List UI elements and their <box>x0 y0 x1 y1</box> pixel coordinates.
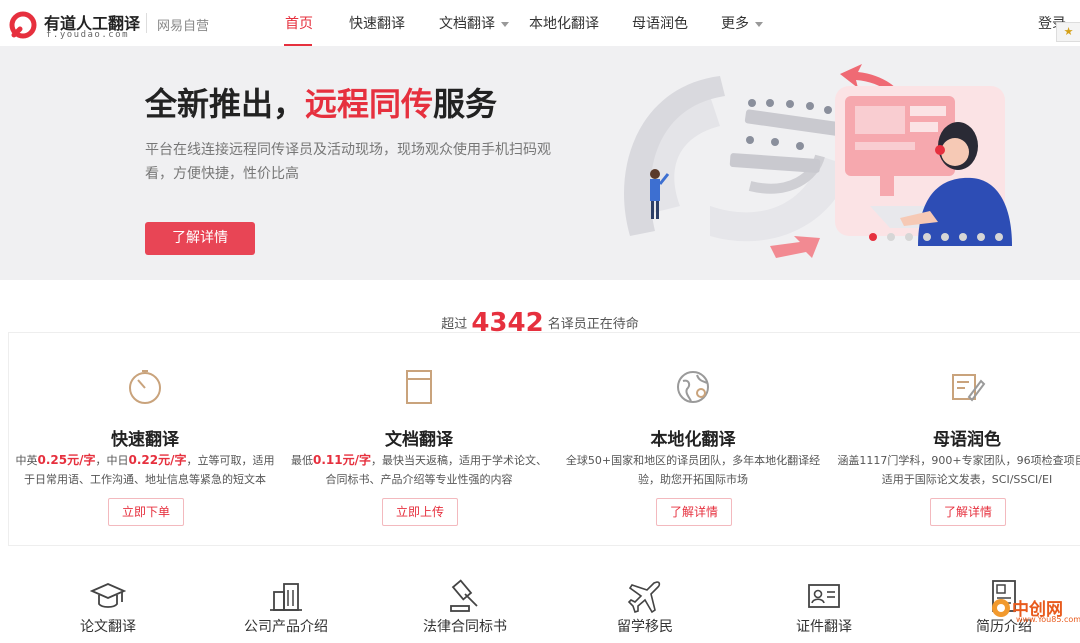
category-row: 论文翻译 公司产品介绍 法律合同标书 留学移民 证件翻译 简历介绍 <box>0 574 1080 643</box>
nav-quick-translation[interactable]: 快速翻译 <box>349 13 405 33</box>
translator-count-prefix: 超过 <box>441 317 468 332</box>
top-navbar: 有道人工翻译 f.youdao.com 网易自营 首页 快速翻译 文档翻译 本地… <box>0 0 1080 46</box>
category-legal-contract[interactable]: 法律合同标书 <box>405 574 525 643</box>
nav-document-translation-label: 文档翻译 <box>439 16 495 32</box>
site-watermark: 中创网 www.You85.com <box>990 593 1080 629</box>
nav-localization[interactable]: 本地化翻译 <box>529 13 599 33</box>
id-card-icon <box>808 584 840 608</box>
nav-more[interactable]: 更多 <box>721 13 763 33</box>
service-card-title: 文档翻译 <box>385 430 453 450</box>
translator-count-suffix: 名译员正在待命 <box>547 317 639 332</box>
learn-more-button[interactable]: 了解详情 <box>930 498 1006 526</box>
carousel-dot[interactable] <box>923 233 931 241</box>
service-card-description: 最低0.11元/字，最快当天返稿，适用于学术论文、合同标书、产品介绍等专业性强的… <box>287 451 551 489</box>
star-icon[interactable]: ★ <box>1056 22 1080 42</box>
nav-document-translation[interactable]: 文档翻译 <box>439 13 509 33</box>
order-now-button[interactable]: 立即下单 <box>108 498 184 526</box>
banner-learn-more-button[interactable]: 了解详情 <box>145 222 255 255</box>
youdao-logo-icon <box>9 11 37 39</box>
category-study-abroad[interactable]: 留学移民 <box>585 574 705 643</box>
globe-icon <box>677 371 709 403</box>
price-text: 0.22元/字 <box>128 453 187 467</box>
service-card-description: 全球50+国家和地区的译员团队，多年本地化翻译经验，助您开拓国际市场 <box>565 454 821 486</box>
brand-logo[interactable]: 有道人工翻译 f.youdao.com <box>8 8 148 40</box>
edit-icon <box>952 374 986 402</box>
document-icon <box>406 370 432 404</box>
carousel-dot[interactable] <box>887 233 895 241</box>
service-card-title: 母语润色 <box>933 430 1001 450</box>
chevron-down-icon <box>501 21 509 27</box>
carousel-dot[interactable] <box>995 233 1003 241</box>
remote-interpretation-illustration <box>624 64 1012 258</box>
service-card-polishing: 母语润色 涵盖1117门学科，900+专家团队，96项检查项目，适用于国际论文发… <box>831 333 1080 545</box>
watermark-logo-icon <box>992 599 1010 617</box>
carousel-dots <box>869 226 1013 241</box>
carousel-dot[interactable] <box>959 233 967 241</box>
airplane-icon <box>627 581 661 614</box>
category-label: 证件翻译 <box>796 619 852 635</box>
learn-more-button[interactable]: 了解详情 <box>656 498 732 526</box>
graduation-cap-icon <box>90 583 126 608</box>
banner-description: 平台在线连接远程同传译员及活动现场，现场观众使用手机扫码观看，方便快捷，性价比高 <box>145 142 551 182</box>
category-label: 公司产品介绍 <box>244 619 328 635</box>
brand-tagline: 网易自营 <box>157 19 210 34</box>
service-card-title: 快速翻译 <box>111 430 179 450</box>
carousel-dot[interactable] <box>977 233 985 241</box>
logo-divider <box>146 13 147 33</box>
stopwatch-icon <box>129 370 161 404</box>
nav-more-label: 更多 <box>721 16 749 32</box>
service-card-title: 本地化翻译 <box>650 430 736 450</box>
hero-banner: 全新推出，远程同传服务 平台在线连接远程同传译员及活动现场，现场观众使用手机扫码… <box>0 46 1080 280</box>
service-cards: 快速翻译 中英0.25元/字，中日0.22元/字，立等可取，适用于日常用语、工作… <box>8 332 1080 546</box>
service-card-description: 涵盖1117门学科，900+专家团队，96项检查项目，适用于国际论文发表，SCI… <box>837 454 1080 486</box>
category-label: 留学移民 <box>617 619 673 635</box>
banner-title-highlight: 远程同传 <box>305 85 434 123</box>
banner-title-prefix: 全新推出， <box>145 85 306 123</box>
category-id-translation[interactable]: 证件翻译 <box>764 574 884 643</box>
nav-polishing[interactable]: 母语润色 <box>632 13 688 33</box>
desc-text: 中英 <box>15 454 38 467</box>
category-thesis-translation[interactable]: 论文翻译 <box>48 574 168 643</box>
banner-title: 全新推出，远程同传服务 <box>145 79 497 125</box>
desc-text: 最低 <box>291 454 313 467</box>
service-card-localization: 本地化翻译 全球50+国家和地区的译员团队，多年本地化翻译经验，助您开拓国际市场… <box>557 333 829 545</box>
price-text: 0.25元/字 <box>37 453 96 467</box>
carousel-dot[interactable] <box>905 233 913 241</box>
gavel-icon <box>450 579 478 612</box>
category-company-product[interactable]: 公司产品介绍 <box>226 574 346 643</box>
carousel-dot[interactable] <box>869 233 877 241</box>
nav-home[interactable]: 首页 <box>285 13 313 33</box>
carousel-dot[interactable] <box>941 233 949 241</box>
category-label: 论文翻译 <box>80 619 136 635</box>
service-card-description: 中英0.25元/字，中日0.22元/字，立等可取，适用于日常用语、工作沟通、地址… <box>13 451 277 489</box>
service-card-quick: 快速翻译 中英0.25元/字，中日0.22元/字，立等可取，适用于日常用语、工作… <box>9 333 281 545</box>
banner-title-suffix: 服务 <box>433 85 498 123</box>
brand-url: f.youdao.com <box>46 30 130 40</box>
desc-text: ，中日 <box>95 454 129 467</box>
category-label: 法律合同标书 <box>423 619 507 635</box>
building-icon <box>270 583 302 611</box>
price-text: 0.11元/字 <box>313 453 371 467</box>
chevron-down-icon <box>755 21 763 27</box>
service-card-document: 文档翻译 最低0.11元/字，最快当天返稿，适用于学术论文、合同标书、产品介绍等… <box>283 333 555 545</box>
upload-now-button[interactable]: 立即上传 <box>382 498 458 526</box>
watermark-subtext: www.You85.com <box>1016 615 1080 624</box>
